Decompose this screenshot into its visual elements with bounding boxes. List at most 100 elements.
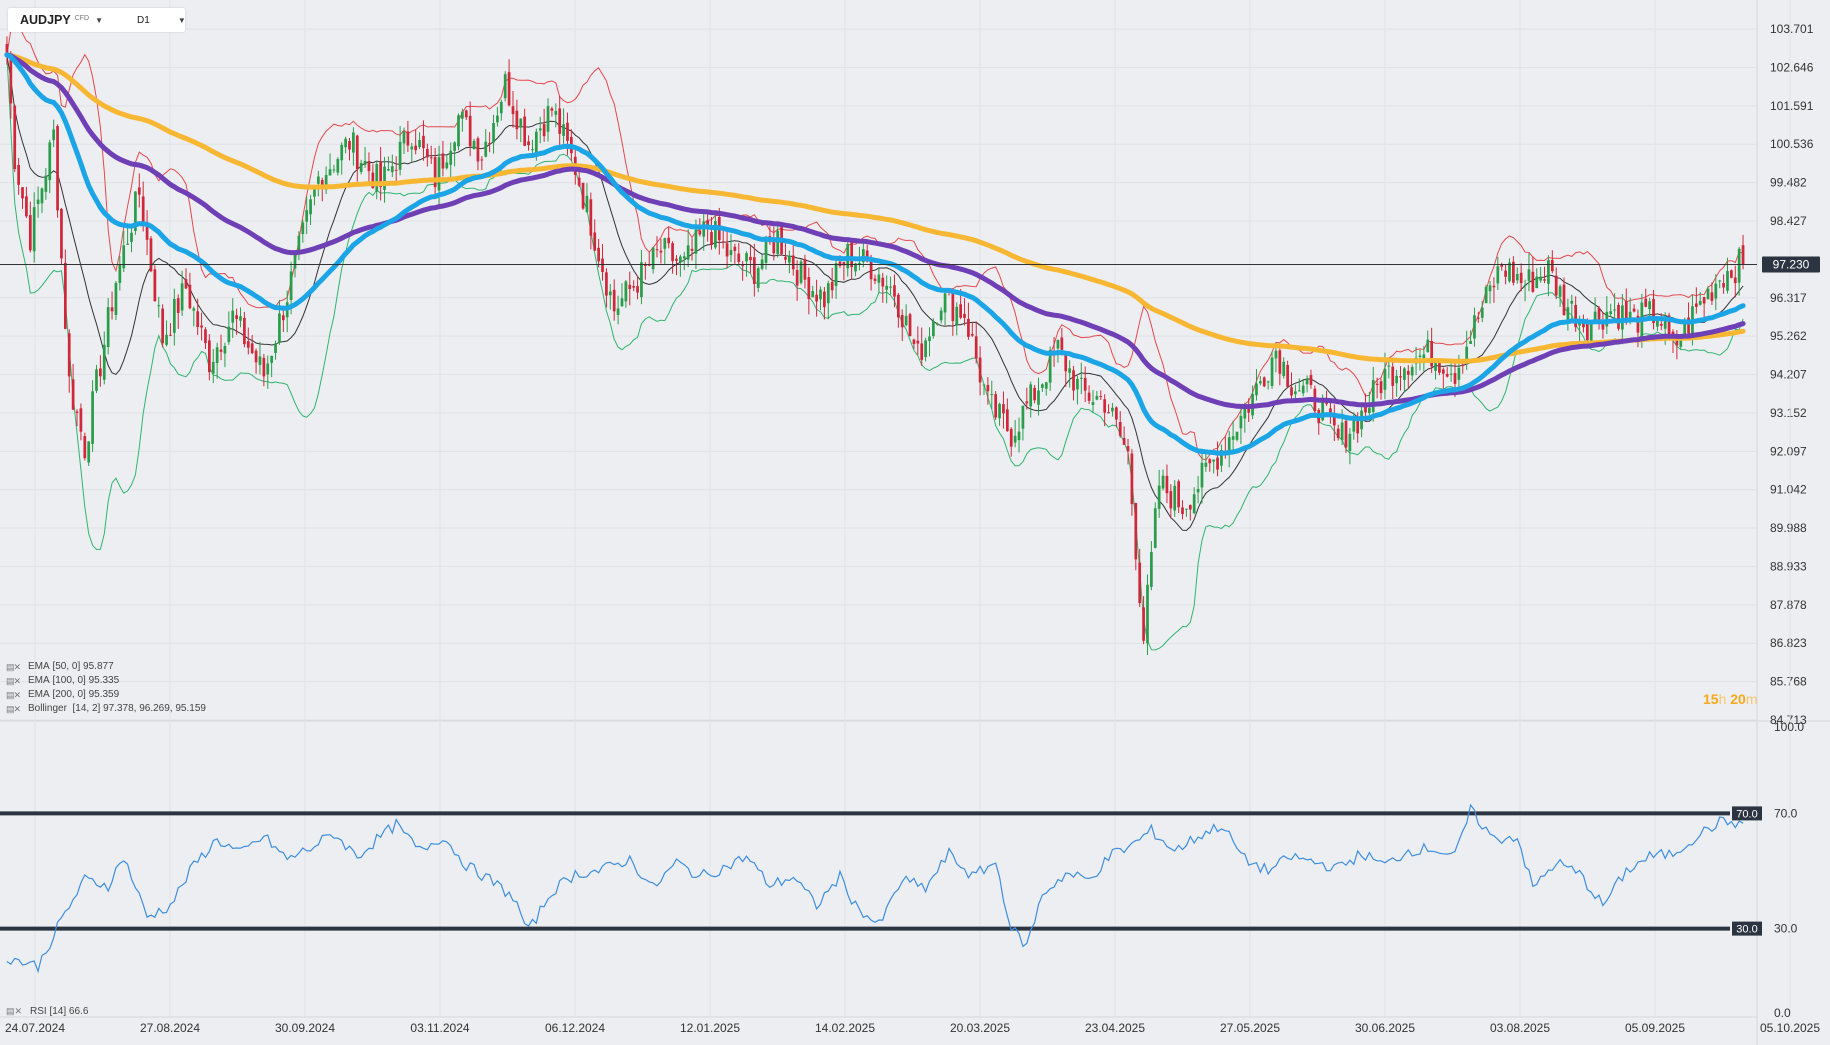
candle-body <box>1504 270 1507 277</box>
candle-body <box>1562 284 1566 316</box>
candle-body <box>1344 420 1348 448</box>
candle-body <box>71 379 75 410</box>
candle-body <box>807 277 811 300</box>
candle-body <box>95 369 98 391</box>
candle-body <box>1079 377 1083 379</box>
candle-body <box>1543 279 1546 281</box>
candle-body <box>410 146 414 150</box>
indicator-settings-icon[interactable]: ▤✕ <box>6 1006 30 1017</box>
candle-body <box>1114 407 1118 420</box>
candle-body <box>476 138 480 162</box>
candle-body <box>1216 457 1219 470</box>
candle-body <box>955 306 959 325</box>
candle-body <box>1648 301 1651 310</box>
candle-body <box>1185 508 1188 510</box>
indicator-settings-icon[interactable]: ▤✕ <box>6 702 28 716</box>
candle-body <box>1387 365 1391 367</box>
candle-body <box>184 279 188 289</box>
candle-body <box>239 316 242 321</box>
time-axis-label: 05.09.2025 <box>1625 1021 1685 1035</box>
legend-ema100[interactable]: ▤✕ EMA [100, 0] 95.335 <box>6 674 206 688</box>
candle-body <box>1200 462 1204 488</box>
candle-body <box>114 282 118 315</box>
candle-body <box>180 283 184 311</box>
candle-body <box>87 441 91 463</box>
rsi-axis-label: 100.0 <box>1774 720 1804 734</box>
timeframe-dropdown-icon[interactable]: ▼ <box>178 16 186 25</box>
candle-body <box>1621 305 1624 330</box>
candle-body <box>1091 402 1095 405</box>
candle-body <box>1496 266 1500 284</box>
candle-body <box>1134 503 1138 560</box>
candle-body <box>721 241 725 243</box>
candle-body <box>1083 377 1087 391</box>
candle-body <box>679 256 682 263</box>
candle-body <box>375 164 379 192</box>
candle-body <box>1473 315 1476 339</box>
candle-body <box>1375 383 1379 386</box>
candle-body <box>441 153 445 169</box>
price-axis-label: 103.701 <box>1770 22 1814 36</box>
price-axis-label: 102.646 <box>1770 60 1814 74</box>
candle-body <box>589 199 593 236</box>
candle-body <box>1107 412 1110 414</box>
candle-body <box>488 143 491 145</box>
rsi-axis-label: 30.0 <box>1774 922 1798 936</box>
candle-body <box>920 343 924 360</box>
candle-body <box>900 315 904 328</box>
symbol-dropdown-icon[interactable]: ▼ <box>95 16 103 25</box>
candle-body <box>137 187 141 195</box>
candle-body <box>811 291 815 298</box>
candle-body <box>1445 373 1449 377</box>
candle-body <box>40 188 44 204</box>
legend-ema200[interactable]: ▤✕ EMA [200, 0] 95.359 <box>6 688 206 702</box>
candle-body <box>994 394 998 418</box>
legend-ema50[interactable]: ▤✕ EMA [50, 0] 95.877 <box>6 660 206 674</box>
candle-body <box>1072 370 1075 391</box>
candle-body <box>1722 283 1725 288</box>
candle-body <box>1243 407 1247 419</box>
indicator-settings-icon[interactable]: ▤✕ <box>6 674 28 688</box>
symbol-name[interactable]: AUDJPY <box>20 13 71 27</box>
candle-body <box>1076 378 1079 390</box>
candle-body <box>585 195 589 212</box>
candle-body <box>873 278 877 281</box>
candle-body <box>449 150 453 165</box>
candle-body <box>227 326 231 343</box>
candle-body <box>889 286 892 288</box>
candle-body <box>383 166 386 190</box>
candle-body <box>1706 288 1710 300</box>
legend-bollinger[interactable]: ▤✕ Bollinger [14, 2] 97.378, 96.269, 95.1… <box>6 702 206 716</box>
candle-body <box>795 270 799 286</box>
candle-body <box>1025 401 1029 404</box>
candle-body <box>1617 305 1620 329</box>
candle-body <box>1348 433 1352 452</box>
candle-body <box>414 145 418 151</box>
symbol-toolbar[interactable]: AUDJPY CFD ▼ D1 ▼ <box>8 8 186 32</box>
candle-body <box>550 108 554 111</box>
candle-body <box>881 277 885 287</box>
candle-body <box>1741 245 1745 265</box>
candle-body <box>554 111 558 115</box>
candle-body <box>1515 273 1519 281</box>
rsi-legend[interactable]: ▤✕ RSI [14] 66.6 <box>6 1006 88 1017</box>
candle-body <box>1352 419 1356 432</box>
candle-body <box>963 313 966 319</box>
candle-body <box>211 362 215 374</box>
candle-body <box>1278 350 1282 374</box>
candle-body <box>1282 361 1286 377</box>
price-axis-label: 100.536 <box>1770 137 1814 151</box>
candle-body <box>612 289 616 312</box>
candle-body <box>60 208 63 259</box>
indicator-legend: ▤✕ EMA [50, 0] 95.877 ▤✕ EMA [100, 0] 95.3… <box>6 660 206 716</box>
indicator-settings-icon[interactable]: ▤✕ <box>6 688 28 702</box>
timeframe-selector[interactable]: D1 <box>137 15 150 26</box>
indicator-settings-icon[interactable]: ▤✕ <box>6 660 28 674</box>
price-chart[interactable]: 103.701 102.646 101.591 100.536 99.482 98.427… <box>0 0 1830 1045</box>
candle-body <box>1017 431 1021 441</box>
candle-body <box>756 268 760 288</box>
candle-body <box>223 345 227 354</box>
candle-body <box>542 123 546 137</box>
candle-body <box>1659 323 1663 326</box>
candle-body <box>1181 507 1184 515</box>
